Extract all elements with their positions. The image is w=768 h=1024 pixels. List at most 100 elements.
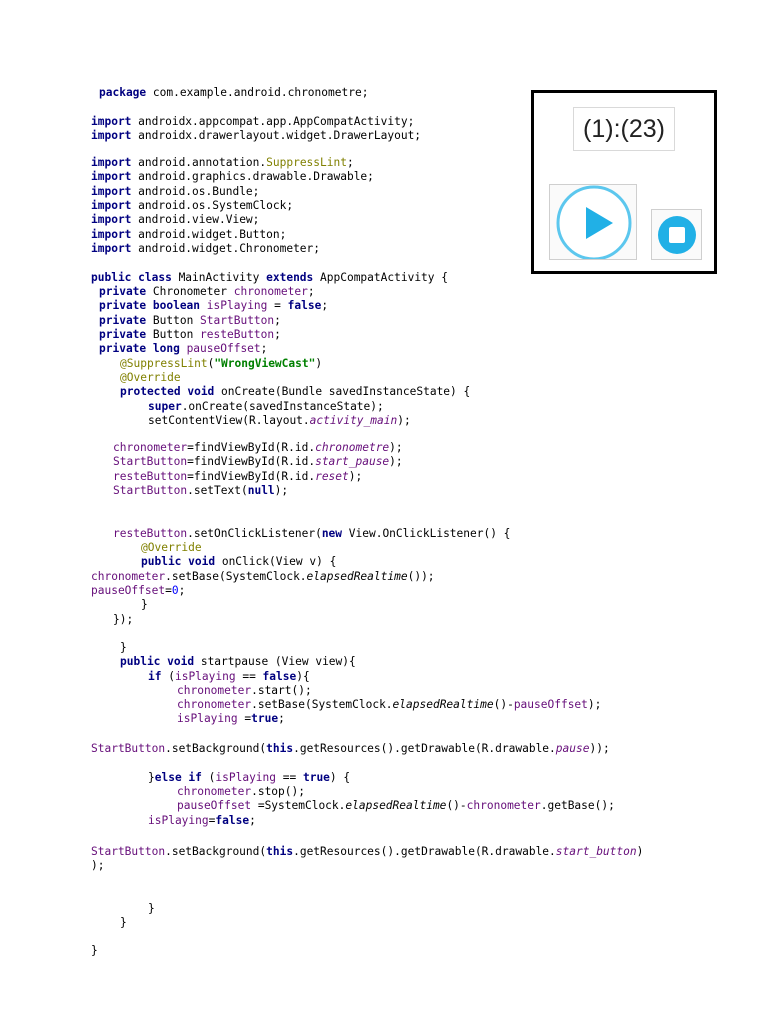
code-token: = xyxy=(267,299,288,312)
code-token: Button xyxy=(146,328,201,341)
code-token: onCreate(Bundle savedInstanceState) { xyxy=(214,385,471,398)
code-token: android.widget.Chronometer; xyxy=(131,242,321,255)
start-pause-button[interactable] xyxy=(549,184,637,260)
code-line: StartButton.setText(null); xyxy=(113,484,288,498)
code-token: .setBase(SystemClock. xyxy=(251,698,393,711)
code-line: private Button resteButton; xyxy=(99,328,281,342)
code-token: pauseOffset xyxy=(91,584,166,597)
code-line: chronometer.start(); xyxy=(177,684,312,698)
code-token: activity_main xyxy=(309,414,398,427)
code-token: StartButton xyxy=(91,742,166,755)
code-token: public void xyxy=(120,655,195,668)
code-line: }else if (isPlaying == true) { xyxy=(148,771,350,785)
code-token: import xyxy=(91,170,132,183)
code-token: = xyxy=(237,712,252,725)
code-token: pauseOffset xyxy=(177,799,252,812)
code-token: null xyxy=(247,484,275,497)
code-token: .setBackground( xyxy=(165,845,267,858)
code-token: chronometer xyxy=(91,570,166,583)
code-token: ); xyxy=(397,414,411,427)
code-line: } xyxy=(148,902,155,916)
code-token: == xyxy=(235,670,263,683)
code-line: chronometer.setBase(SystemClock.elapsedR… xyxy=(177,698,601,712)
code-line: } xyxy=(120,641,127,655)
code-token: ); xyxy=(389,441,403,454)
code-token: chronometer xyxy=(233,285,308,298)
code-token: ; xyxy=(321,299,329,312)
code-token: this xyxy=(266,845,294,858)
code-token: StartButton xyxy=(200,314,275,327)
code-token: private xyxy=(99,285,147,298)
code-token: this xyxy=(266,742,294,755)
code-line: isPlaying =true; xyxy=(177,712,285,726)
code-token: resteButton xyxy=(200,328,275,341)
code-token: "WrongViewCast" xyxy=(214,357,316,370)
code-token: elapsedRealtime xyxy=(392,698,494,711)
code-token: } xyxy=(141,598,148,611)
code-token: AppCompatActivity { xyxy=(313,271,448,284)
code-token: chronometer xyxy=(113,441,188,454)
code-token: =findViewById(R.id. xyxy=(187,470,316,483)
code-token: startpause (View view){ xyxy=(194,655,356,668)
code-token: .setBackground( xyxy=(165,742,267,755)
code-token: onClick(View v) { xyxy=(215,555,337,568)
code-line: protected void onCreate(Bundle savedInst… xyxy=(120,385,470,399)
code-token: resteButton xyxy=(113,527,188,540)
code-token: ); xyxy=(587,698,602,711)
code-line: resteButton=findViewById(R.id.reset); xyxy=(113,470,362,484)
code-line: resteButton.setOnClickListener(new View.… xyxy=(113,527,510,541)
code-token: import xyxy=(91,242,132,255)
code-token: chronometer xyxy=(177,785,252,798)
reset-button[interactable] xyxy=(651,209,702,260)
code-token: ); xyxy=(274,484,289,497)
code-token: import xyxy=(91,115,132,128)
code-line: import android.view.View; xyxy=(91,213,259,227)
code-line: } xyxy=(91,944,98,958)
code-line: isPlaying=false; xyxy=(148,814,256,828)
code-line: pauseOffset=0; xyxy=(91,584,185,598)
code-token: private xyxy=(99,314,147,327)
code-token: import xyxy=(91,199,132,212)
code-token: android.os.SystemClock; xyxy=(131,199,294,212)
code-line: import android.annotation.SuppressLint; xyxy=(91,156,354,170)
code-token: android.os.Bundle; xyxy=(131,185,260,198)
code-line: public class MainActivity extends AppCom… xyxy=(91,271,448,285)
code-token: .getResources().getDrawable(R.drawable. xyxy=(293,845,556,858)
code-token: )); xyxy=(589,742,610,755)
code-token: true xyxy=(251,712,279,725)
stop-icon xyxy=(658,216,696,254)
code-token: isPlaying xyxy=(200,299,268,312)
code-token: =findViewById(R.id. xyxy=(187,441,316,454)
code-token: androidx.appcompat.app.AppCompatActivity… xyxy=(131,115,415,128)
code-token: import xyxy=(91,185,132,198)
code-line: import android.widget.Chronometer; xyxy=(91,242,320,256)
code-token: @SuppressLint xyxy=(120,357,208,370)
code-token: isPlaying xyxy=(215,771,277,784)
code-line: } xyxy=(141,598,148,612)
code-token: import xyxy=(91,213,132,226)
code-token: StartButton xyxy=(113,455,188,468)
code-token: private boolean xyxy=(99,299,201,312)
code-line: @Override xyxy=(120,371,181,385)
code-token: private long xyxy=(99,342,180,355)
code-line: StartButton=findViewById(R.id.start_paus… xyxy=(113,455,403,469)
code-token: Button xyxy=(146,314,201,327)
code-token: =findViewById(R.id. xyxy=(187,455,316,468)
code-line: import android.os.Bundle; xyxy=(91,185,259,199)
code-line: }); xyxy=(113,613,133,627)
code-line: package com.example.android.chronometre; xyxy=(99,86,368,100)
code-token: android.view.View; xyxy=(131,213,260,226)
code-token: View.OnClickListener() { xyxy=(342,527,511,540)
code-token: .setOnClickListener( xyxy=(187,527,322,540)
code-token: chronometre xyxy=(315,441,390,454)
chronometer-display: (1):(23) xyxy=(573,107,675,151)
code-token: isPlaying xyxy=(174,670,236,683)
code-token: isPlaying xyxy=(148,814,209,827)
code-token: private xyxy=(99,328,147,341)
code-token: else if xyxy=(154,771,202,784)
code-token: ); xyxy=(348,470,363,483)
code-token: chronometer xyxy=(466,799,541,812)
code-token: com.example.android.chronometre; xyxy=(146,86,369,99)
code-line: import androidx.appcompat.app.AppCompatA… xyxy=(91,115,414,129)
code-token: == xyxy=(276,771,303,784)
